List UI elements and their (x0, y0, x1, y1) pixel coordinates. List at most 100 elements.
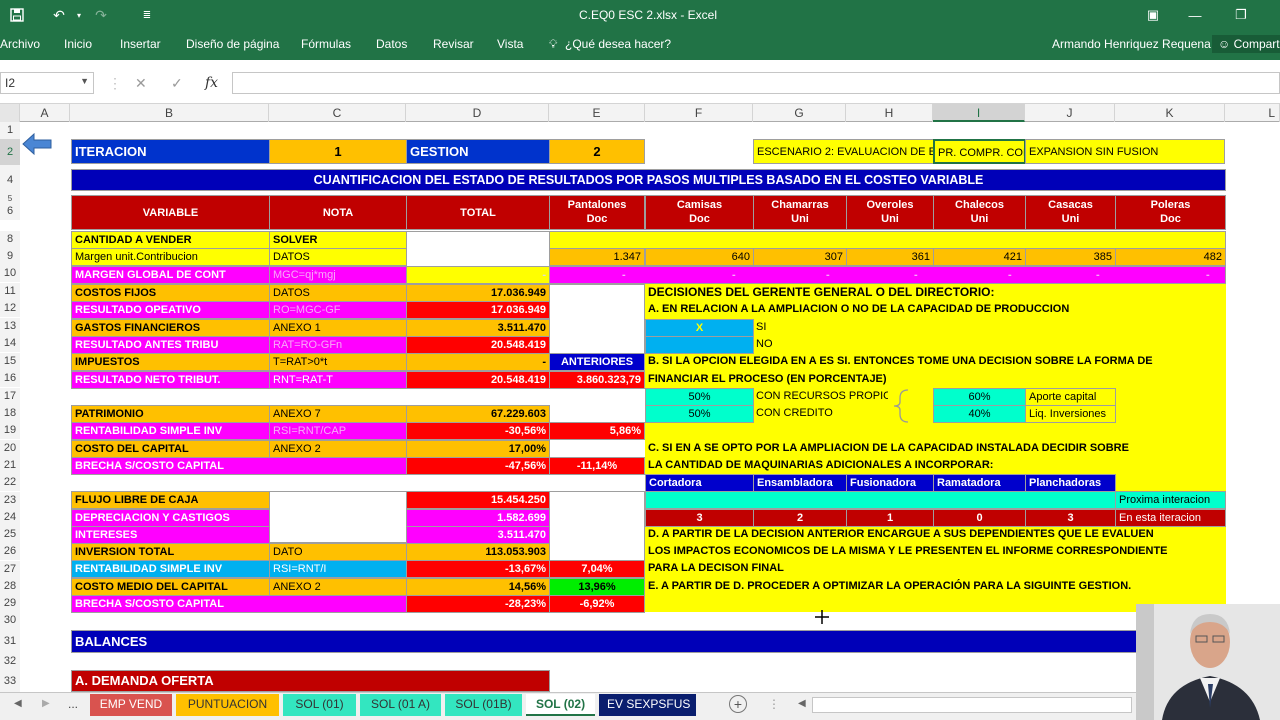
machine-header[interactable]: Fusionadora (846, 474, 934, 492)
sheet-tab[interactable]: SOL (01 A) (360, 694, 441, 716)
column-header[interactable]: A (20, 104, 70, 122)
inversion-total[interactable]: 113.053.903 (406, 543, 550, 561)
hdr-total[interactable]: TOTAL (406, 195, 550, 230)
margen-value[interactable]: 307 (753, 248, 847, 266)
sheet-tab[interactable]: EMP VEND (90, 694, 172, 716)
row-header[interactable]: 33 (0, 670, 20, 692)
costos-fijos-nota[interactable]: DATOS (269, 284, 407, 302)
liq-label[interactable]: Liq. Inversiones (1025, 405, 1116, 423)
tab-datos[interactable]: Datos (376, 37, 407, 51)
row-header[interactable]: 1 (0, 122, 20, 139)
decision-d3[interactable]: PARA LA DECISON FINAL (645, 560, 1226, 578)
machine-count[interactable]: 0 (933, 509, 1026, 527)
option-si-mark[interactable]: X (645, 319, 754, 337)
res-antes-nota[interactable]: RAT=RO-GFn (269, 336, 407, 354)
brecha2-total[interactable]: -28,23% (406, 595, 550, 613)
rent-simple2-anterior[interactable]: 7,04% (549, 560, 645, 578)
row-header[interactable]: 15 (0, 353, 20, 370)
costos-fijos-total[interactable]: 17.036.949 (406, 284, 550, 302)
row-header[interactable]: 31 (0, 629, 20, 653)
row-header[interactable]: 22 (0, 474, 20, 491)
name-box[interactable]: I2 ▼ (0, 72, 94, 94)
gestion-value[interactable]: 2 (549, 139, 645, 164)
pct-liq[interactable]: 40% (933, 405, 1026, 423)
option-no-label[interactable]: NO (753, 336, 813, 354)
margen-value[interactable]: 361 (846, 248, 934, 266)
resultado-op-label[interactable]: RESULTADO OPEATIVO (71, 301, 270, 319)
margen-value[interactable]: 482 (1115, 248, 1226, 266)
row-header[interactable]: 6 (0, 203, 20, 220)
row-header[interactable]: 4 (0, 165, 20, 195)
dato-nota[interactable]: DATO (269, 543, 407, 561)
column-header[interactable]: L (1225, 104, 1280, 122)
row-header[interactable]: 19 (0, 422, 20, 439)
costo-medio-label[interactable]: COSTO MEDIO DEL CAPITAL (71, 578, 270, 596)
gestion-label[interactable]: GESTION (406, 139, 550, 164)
hdr-product[interactable]: Poleras Doc (1115, 195, 1226, 230)
proxima-inputs[interactable] (645, 491, 1116, 509)
costos-fijos-label[interactable]: COSTOS FIJOS (71, 284, 270, 302)
add-sheet-icon[interactable]: + (729, 695, 747, 713)
pct-credito[interactable]: 50% (645, 405, 754, 423)
costo-medio-anterior[interactable]: 13,96% (549, 578, 645, 596)
margen-value[interactable]: 640 (645, 248, 754, 266)
depreciacion-total[interactable]: 1.582.699 (406, 509, 550, 527)
tab-archivo[interactable]: Archivo (0, 37, 40, 51)
rent-simple2-label[interactable]: RENTABILIDAD SIMPLE INV (71, 560, 270, 578)
scroll-left-icon[interactable]: ◀ (14, 698, 22, 709)
column-header[interactable]: F (645, 104, 753, 122)
resultado-op-nota[interactable]: RO=MGC-GF (269, 301, 407, 319)
hdr-product[interactable]: Overoles Uni (846, 195, 934, 230)
row-header[interactable]: 12 (0, 300, 20, 317)
solver-nota[interactable]: SOLVER (269, 231, 407, 249)
res-antes-label[interactable]: RESULTADO ANTES TRIBU (71, 336, 270, 354)
tab-diseno-pagina[interactable]: Diseño de página (186, 37, 279, 51)
margen-global-total[interactable]: - (406, 266, 550, 284)
decision-e[interactable]: E. A PARTIR DE D. PROCEDER A OPTIMIZAR L… (645, 578, 1226, 596)
back-arrow-icon[interactable] (22, 132, 52, 156)
column-header[interactable]: G (753, 104, 846, 122)
tab-inicio[interactable]: Inicio (64, 37, 92, 51)
aporte-label[interactable]: Aporte capital (1025, 388, 1116, 406)
column-header-selected[interactable]: I (933, 104, 1025, 122)
sheet-tab-active[interactable]: SOL (02) (526, 694, 595, 716)
main-title[interactable]: CUANTIFICACION DEL ESTADO DE RESULTADOS … (71, 169, 1226, 191)
sheet-tab[interactable]: EV SEXPSFUS (599, 694, 696, 716)
resultado-op-total[interactable]: 17.036.949 (406, 301, 550, 319)
iteracion-value[interactable]: 1 (269, 139, 407, 164)
worksheet-grid[interactable]: ITERACION 1 GESTION 2 ESCENARIO 2: EVALU… (20, 122, 1280, 692)
depreciacion-label[interactable]: DEPRECIACION Y CASTIGOS (71, 509, 270, 527)
res-neto-label[interactable]: RESULTADO NETO TRIBUT. (71, 371, 270, 389)
row-header[interactable]: 11 (0, 283, 20, 300)
minimize-icon[interactable]: — (1180, 4, 1210, 26)
impuestos-nota[interactable]: T=RAT>0*t (269, 353, 407, 371)
brecha2-anterior[interactable]: -6,92% (549, 595, 645, 613)
brecha-label[interactable]: BRECHA S/COSTO CAPITAL (71, 457, 407, 475)
restore-icon[interactable]: ❐ (1226, 4, 1256, 26)
decision-c1[interactable]: C. SI EN A SE OPTO POR LA AMPLIACION DE … (645, 440, 1226, 458)
hdr-variable[interactable]: VARIABLE (71, 195, 270, 230)
column-header[interactable]: C (269, 104, 406, 122)
hdr-product[interactable]: Chalecos Uni (933, 195, 1026, 230)
proxima-label[interactable]: Proxima interacion (1115, 491, 1226, 509)
tab-vista[interactable]: Vista (497, 37, 523, 51)
inversion-label[interactable]: INVERSION TOTAL (71, 543, 270, 561)
flujo-label[interactable]: FLUJO LIBRE DE CAJA (71, 491, 270, 509)
anexo2-nota-2[interactable]: ANEXO 2 (269, 578, 407, 596)
row-header[interactable]: 24 (0, 509, 20, 526)
datos-nota[interactable]: DATOS (269, 248, 407, 266)
rent-simple2-total[interactable]: -13,67% (406, 560, 550, 578)
decision-d1[interactable]: D. A PARTIR DE LA DECISION ANTERIOR ENCA… (645, 526, 1226, 544)
row-header[interactable]: 32 (0, 653, 20, 670)
intereses-label[interactable]: INTERESES (71, 526, 270, 544)
row-header[interactable]: 23 (0, 492, 20, 509)
machine-header[interactable]: Cortadora (645, 474, 754, 492)
select-all-corner[interactable] (0, 104, 20, 122)
decision-a[interactable]: A. EN RELACION A LA AMPLIACION O NO DE L… (645, 301, 1226, 319)
tab-formulas[interactable]: Fórmulas (301, 37, 351, 51)
decision-d2[interactable]: LOS IMPACTOS ECONOMICOS DE LA MISMA Y LE… (645, 543, 1226, 561)
margen-value[interactable]: 385 (1025, 248, 1116, 266)
chevron-down-icon[interactable]: ▼ (80, 76, 89, 86)
hdr-product[interactable]: Chamarras Uni (753, 195, 847, 230)
column-header[interactable]: H (846, 104, 933, 122)
